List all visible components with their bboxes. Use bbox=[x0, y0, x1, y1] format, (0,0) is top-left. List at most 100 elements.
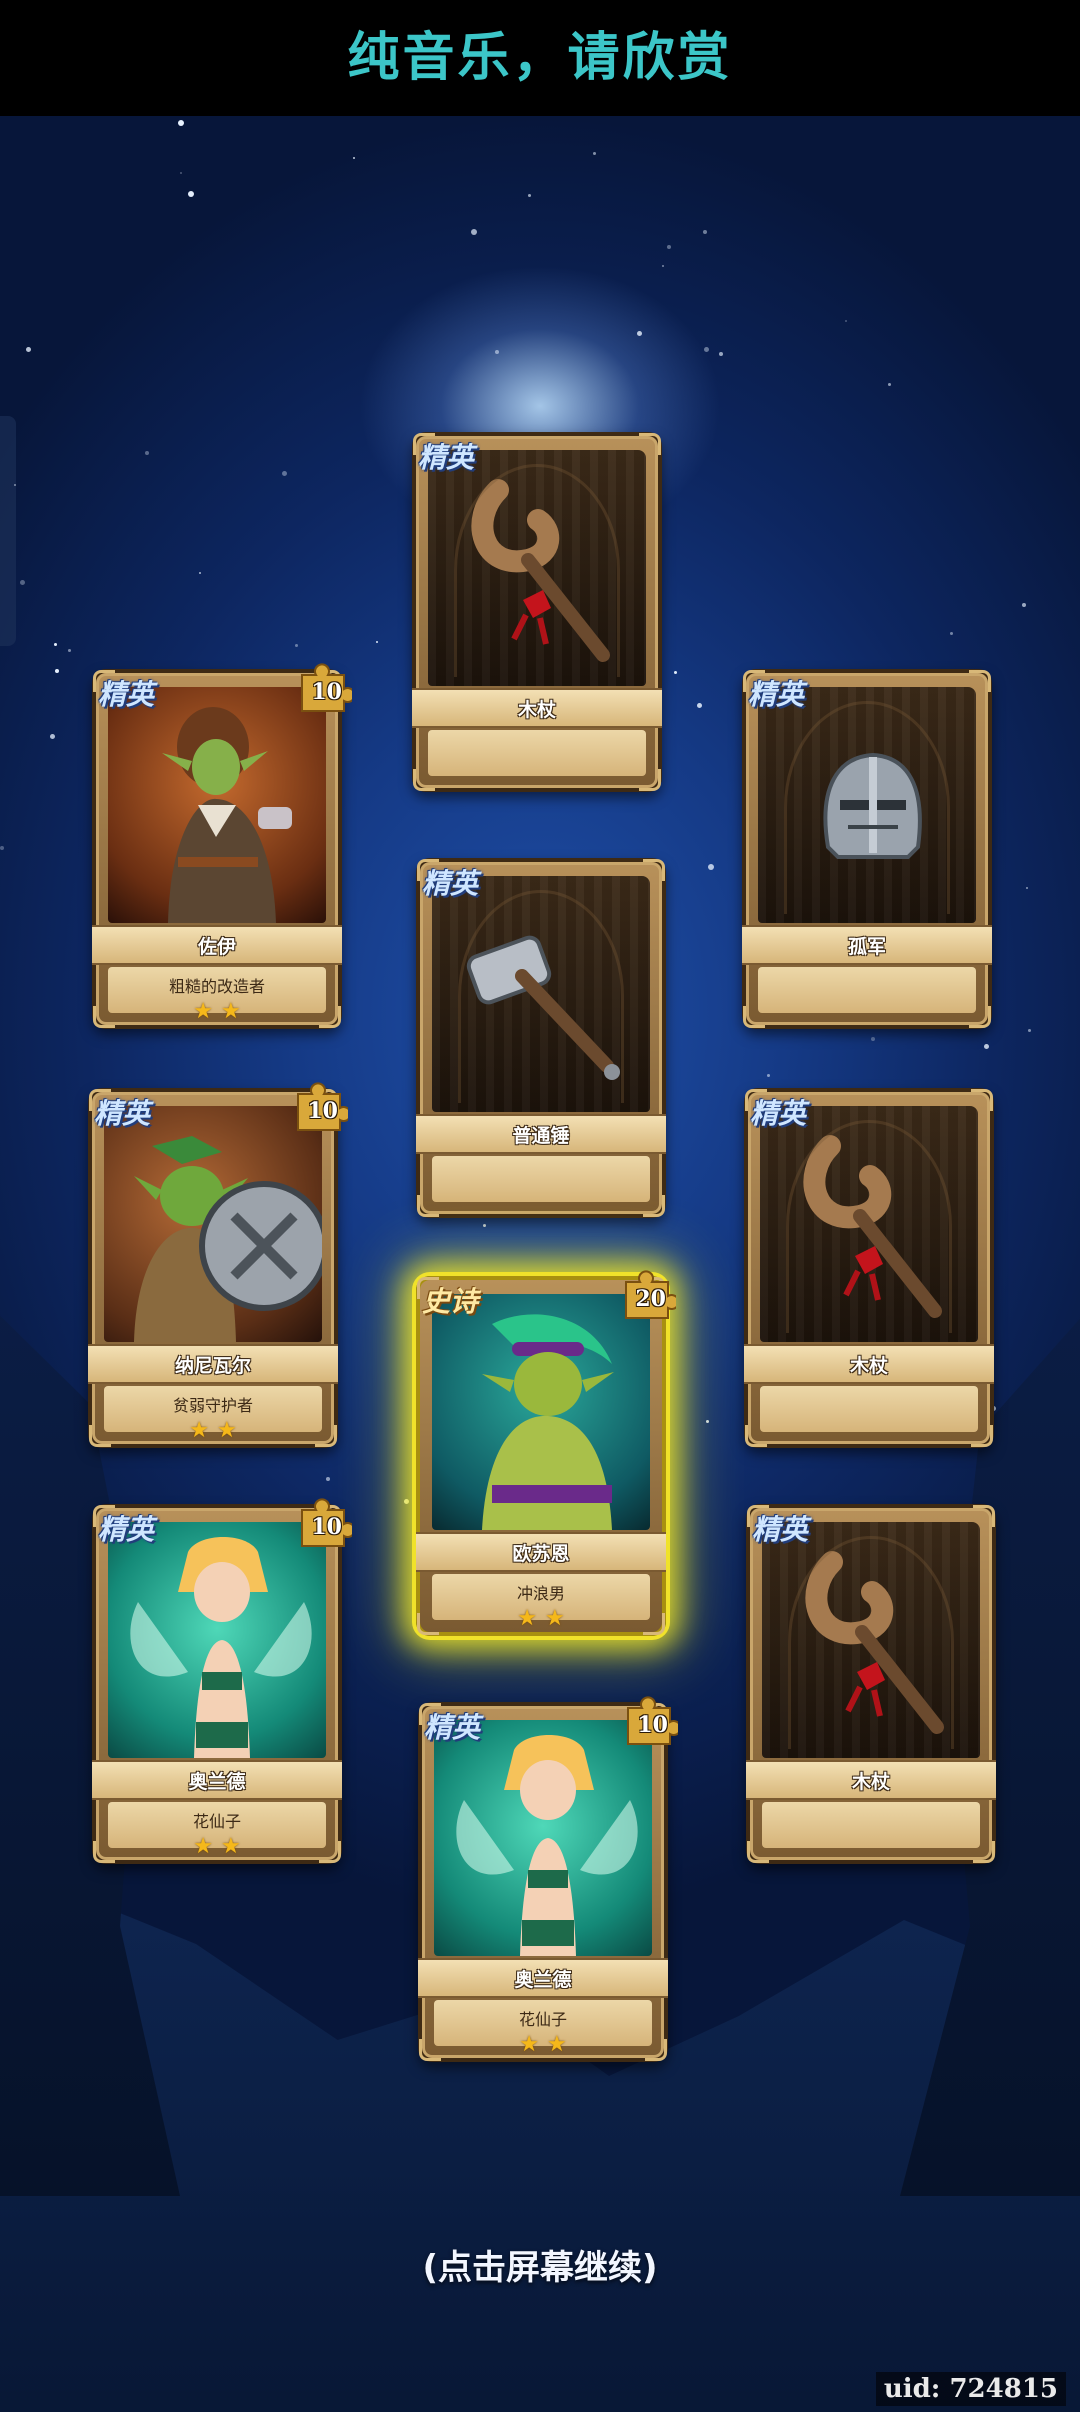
star-rating: ★ ★ bbox=[519, 2034, 566, 2056]
card-art bbox=[108, 687, 326, 923]
card-lower-panel bbox=[762, 1802, 980, 1848]
card-name-banner: 木杖 bbox=[744, 1344, 994, 1384]
card-name: 欧苏恩 bbox=[512, 1542, 570, 1565]
background-star bbox=[353, 157, 355, 159]
rarity-tag: 精英 bbox=[748, 678, 805, 711]
card-lower-panel: 花仙子 ★ ★ bbox=[108, 1802, 326, 1858]
star-icon: ★ bbox=[193, 999, 213, 1024]
card-lower-panel bbox=[428, 730, 646, 776]
background-star bbox=[667, 245, 671, 249]
background-star bbox=[767, 1074, 770, 1077]
card-name: 奥兰德 bbox=[188, 1770, 246, 1793]
background-star bbox=[26, 347, 31, 352]
card-title: 粗糙的改造者 bbox=[168, 977, 265, 996]
tap-to-continue-hint[interactable]: (点击屏幕继续) bbox=[0, 2240, 1080, 2289]
reward-card-staff-right-low[interactable]: 精英 木杖 bbox=[746, 1504, 996, 1864]
background-star bbox=[845, 320, 847, 322]
shard-count: 10 bbox=[307, 1098, 338, 1124]
background-star bbox=[188, 191, 194, 197]
card-name-banner: 奥兰德 bbox=[418, 1958, 668, 1998]
background-star bbox=[50, 734, 55, 739]
star-rating: ★ ★ bbox=[193, 1001, 240, 1023]
rarity-tag: 精英 bbox=[98, 1513, 155, 1546]
rarity-tag: 精英 bbox=[750, 1097, 807, 1130]
background-star bbox=[674, 671, 677, 674]
card-art bbox=[432, 876, 650, 1112]
card-name: 奥兰德 bbox=[514, 1968, 572, 1991]
background-star bbox=[55, 669, 59, 673]
background-star bbox=[1022, 603, 1026, 607]
star-icon: ★ bbox=[217, 1418, 237, 1443]
card-art bbox=[108, 1522, 326, 1758]
background-star bbox=[471, 229, 477, 235]
background-star bbox=[199, 572, 201, 574]
card-name-banner: 木杖 bbox=[746, 1760, 996, 1800]
reward-card-goblin-guardian[interactable]: 精英 10 纳尼瓦尔 贫弱守护者 ★ ★ bbox=[88, 1082, 348, 1448]
background-star bbox=[1026, 887, 1028, 889]
shard-count: 10 bbox=[637, 1712, 668, 1738]
reward-card-fairy-left[interactable]: 精英 10 奥兰德 花仙子 ★ ★ bbox=[92, 1498, 352, 1864]
card-lower-panel: 花仙子 ★ ★ bbox=[434, 2000, 652, 2056]
background-star bbox=[180, 172, 182, 174]
card-name: 普通锤 bbox=[512, 1124, 570, 1147]
background-star bbox=[14, 484, 16, 486]
background-star bbox=[483, 1224, 486, 1227]
card-name-banner: 普通锤 bbox=[416, 1114, 666, 1154]
card-art bbox=[428, 450, 646, 686]
card-name-banner: 佐伊 bbox=[92, 925, 342, 965]
card-name: 木杖 bbox=[517, 698, 556, 721]
side-handle[interactable] bbox=[0, 416, 16, 646]
card-name-banner: 纳尼瓦尔 bbox=[88, 1344, 338, 1384]
star-icon: ★ bbox=[221, 1834, 241, 1859]
card-name-banner: 孤军 bbox=[742, 925, 992, 965]
reward-card-surfer-epic[interactable]: 史诗 20 欧苏恩 冲浪男 ★ ★ bbox=[416, 1270, 676, 1636]
star-icon: ★ bbox=[517, 1606, 537, 1631]
card-lower-panel bbox=[760, 1386, 978, 1432]
card-lower-panel bbox=[432, 1156, 650, 1202]
reward-card-goblin-girl[interactable]: 精英 10 佐伊 粗糙的改造者 ★ ★ bbox=[92, 663, 352, 1029]
card-art bbox=[432, 1294, 650, 1530]
background-star bbox=[178, 120, 184, 126]
card-title: 冲浪男 bbox=[516, 1584, 565, 1603]
star-icon: ★ bbox=[221, 999, 241, 1024]
reward-card-helmet[interactable]: 精英 孤军 bbox=[742, 669, 992, 1029]
card-name: 纳尼瓦尔 bbox=[174, 1354, 251, 1377]
background-star bbox=[950, 632, 953, 635]
reward-card-staff-right[interactable]: 精英 木杖 bbox=[744, 1088, 994, 1448]
star-icon: ★ bbox=[547, 2032, 567, 2057]
rarity-tag: 精英 bbox=[418, 441, 475, 474]
rarity-tag: 精英 bbox=[424, 1711, 481, 1744]
background-star bbox=[706, 1420, 709, 1423]
star-rating: ★ ★ bbox=[517, 1608, 564, 1630]
card-art bbox=[104, 1106, 322, 1342]
card-lower-panel: 贫弱守护者 ★ ★ bbox=[104, 1386, 322, 1442]
rarity-tag: 史诗 bbox=[422, 1285, 479, 1318]
reward-card-staff-top[interactable]: 精英 木杖 bbox=[412, 432, 662, 792]
reward-scene[interactable]: 精英 木杖 精英 10 佐伊 粗糙的改造者 ★ ★ 精英 孤军 精英 普通锤 精… bbox=[0, 116, 1080, 2412]
background-star bbox=[719, 352, 723, 356]
card-name: 木杖 bbox=[849, 1354, 888, 1377]
background-star bbox=[593, 152, 596, 155]
card-name-banner: 欧苏恩 bbox=[416, 1532, 666, 1572]
background-star bbox=[0, 846, 4, 850]
card-lower-panel: 冲浪男 ★ ★ bbox=[432, 1574, 650, 1630]
background-star bbox=[708, 864, 714, 870]
reward-card-fairy-bottom[interactable]: 精英 10 奥兰德 花仙子 ★ ★ bbox=[418, 1696, 678, 2062]
card-title: 花仙子 bbox=[192, 1812, 241, 1831]
card-art bbox=[760, 1106, 978, 1342]
rarity-tag: 精英 bbox=[94, 1097, 151, 1130]
goblin-tinkerer-portrait bbox=[162, 707, 292, 923]
background-star bbox=[326, 1477, 330, 1481]
background-star bbox=[495, 350, 499, 354]
background-star bbox=[145, 451, 149, 455]
card-title: 贫弱守护者 bbox=[172, 1396, 253, 1415]
flower-fairy-portrait bbox=[130, 1537, 312, 1758]
star-icon: ★ bbox=[519, 2032, 539, 2057]
reward-card-hammer[interactable]: 精英 普通锤 bbox=[416, 858, 666, 1218]
background-star bbox=[1028, 1029, 1031, 1032]
background-star bbox=[871, 1037, 875, 1041]
background-star bbox=[662, 265, 664, 267]
star-icon: ★ bbox=[189, 1418, 209, 1443]
background-star bbox=[703, 230, 707, 234]
card-name-banner: 奥兰德 bbox=[92, 1760, 342, 1800]
